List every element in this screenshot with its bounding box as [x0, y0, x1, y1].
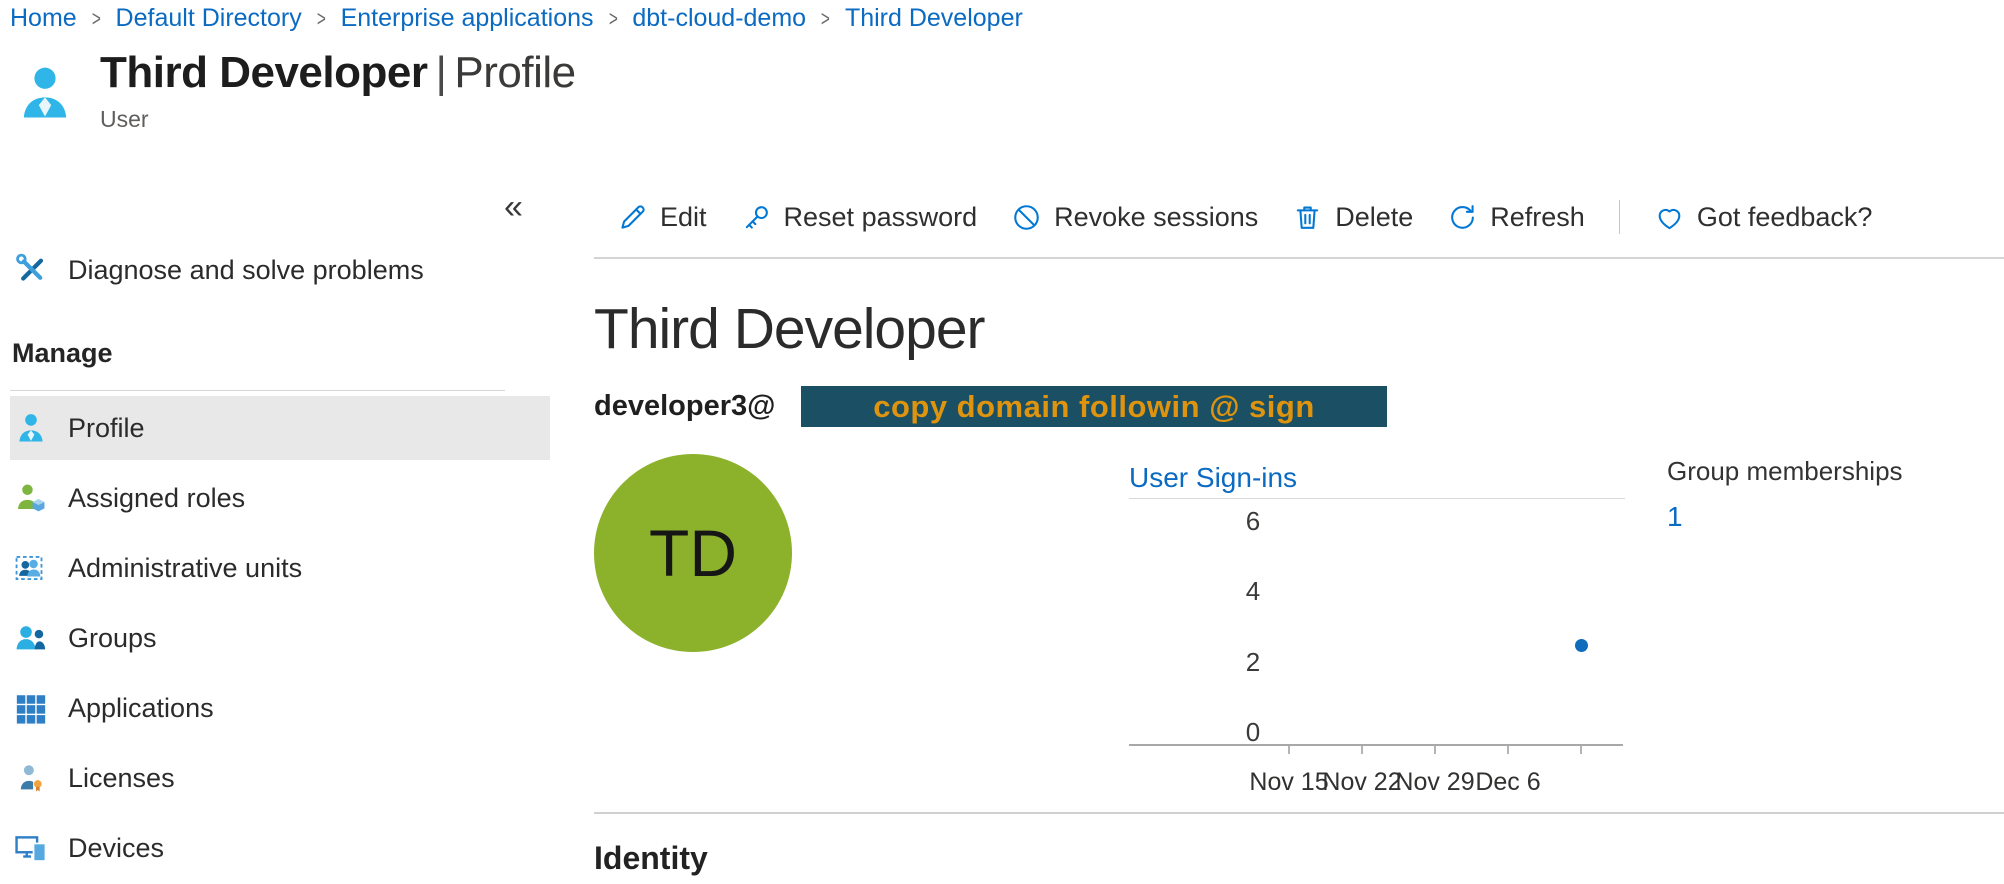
sidebar-item-assigned-roles[interactable]: Assigned roles: [10, 466, 550, 530]
sidebar-item-devices[interactable]: Devices: [10, 816, 550, 880]
profile-person-icon: [14, 411, 48, 445]
group-memberships-label: Group memberships: [1667, 456, 1903, 487]
breadcrumb: Home > Default Directory > Enterprise applic…: [10, 4, 1023, 33]
x-axis-tick: [1580, 746, 1582, 754]
breadcrumb-separator: >: [317, 6, 326, 32]
heart-icon: [1654, 202, 1685, 233]
header-titles: Third Developer|Profile User: [100, 48, 576, 133]
breadcrumb-item-dbt-cloud-demo[interactable]: dbt-cloud-demo: [632, 4, 806, 33]
user-display-name: Third Developer: [594, 296, 985, 362]
revoke-sessions-button[interactable]: Revoke sessions: [1011, 202, 1258, 233]
edit-button[interactable]: Edit: [617, 202, 707, 233]
sign-ins-data-point: [1575, 639, 1588, 652]
sidebar-divider: [10, 390, 505, 391]
groups-icon: [14, 621, 48, 655]
reset-password-button[interactable]: Reset password: [741, 202, 978, 233]
got-feedback-button[interactable]: Got feedback?: [1654, 202, 1873, 233]
x-axis-tick: [1434, 746, 1436, 754]
command-label: Got feedback?: [1697, 202, 1873, 233]
y-axis-tick-label: 6: [1233, 506, 1273, 537]
diagnose-icon: [14, 253, 48, 287]
breadcrumb-item-enterprise-applications[interactable]: Enterprise applications: [341, 4, 594, 33]
sidebar-menu: Profile Assigned roles Administrative unit…: [0, 396, 550, 884]
sidebar-item-label: Assigned roles: [68, 483, 245, 514]
page-title-section: Profile: [454, 48, 575, 97]
user-profile-page: Home > Default Directory > Enterprise applic…: [0, 0, 2004, 884]
key-icon: [741, 202, 772, 233]
user-icon: [14, 48, 76, 133]
applications-icon: [14, 691, 48, 725]
x-axis-tick: [1507, 746, 1509, 754]
user-principal-name-prefix: developer3@: [594, 386, 775, 427]
devices-icon: [14, 831, 48, 865]
object-type-label: User: [100, 106, 576, 133]
x-axis-line: [1129, 744, 1623, 746]
sidebar-item-profile[interactable]: Profile: [10, 396, 550, 460]
sidebar-item-licenses[interactable]: Licenses: [10, 746, 550, 810]
breadcrumb-item-third-developer[interactable]: Third Developer: [845, 4, 1023, 33]
command-label: Revoke sessions: [1054, 202, 1258, 233]
sidebar-item-label: Licenses: [68, 763, 175, 794]
command-bar-separator: [1619, 200, 1620, 234]
delete-button[interactable]: Delete: [1292, 202, 1413, 233]
sidebar-item-administrative-units[interactable]: Administrative units: [10, 536, 550, 600]
block-icon: [1011, 202, 1042, 233]
edit-pencil-icon: [617, 202, 648, 233]
breadcrumb-item-home[interactable]: Home: [10, 4, 77, 33]
page-title-name: Third Developer: [100, 48, 427, 97]
user-sign-ins-chart-title[interactable]: User Sign-ins: [1129, 462, 1297, 494]
group-memberships: Group memberships 1: [1667, 456, 1903, 533]
y-axis-tick-label: 2: [1233, 647, 1273, 678]
x-axis-tick: [1361, 746, 1363, 754]
breadcrumb-separator: >: [92, 6, 101, 32]
breadcrumb-separator: >: [821, 6, 830, 32]
identity-section-heading: Identity: [594, 840, 708, 877]
chart-title-underline: [1129, 498, 1625, 499]
trash-icon: [1292, 202, 1323, 233]
avatar-initials: TD: [649, 515, 737, 591]
command-bar-divider: [594, 257, 2004, 259]
group-memberships-count-link[interactable]: 1: [1667, 501, 1683, 533]
command-label: Refresh: [1490, 202, 1585, 233]
sidebar-item-label: Diagnose and solve problems: [68, 255, 424, 286]
sidebar-group-manage: Manage: [12, 338, 113, 369]
sidebar-item-label: Devices: [68, 833, 164, 864]
avatar: TD: [594, 454, 792, 652]
command-bar: Edit Reset password Revoke sessions Delete R…: [617, 194, 1872, 240]
sidebar: Diagnose and solve problems Manage Profi…: [0, 150, 550, 884]
y-axis-tick-label: 4: [1233, 576, 1273, 607]
breadcrumb-separator: >: [608, 6, 617, 32]
administrative-units-icon: [14, 551, 48, 585]
user-sign-ins-chart: User Sign-ins 0246Nov 15Nov 22Nov 29Dec …: [1129, 462, 1629, 812]
page-title: Third Developer|Profile: [100, 48, 576, 98]
x-axis-tick: [1288, 746, 1290, 754]
sidebar-item-label: Administrative units: [68, 553, 302, 584]
sidebar-item-label: Profile: [68, 413, 145, 444]
section-divider: [594, 812, 2004, 814]
sidebar-item-diagnose-and-solve-problems[interactable]: Diagnose and solve problems: [0, 245, 550, 295]
breadcrumb-item-default-directory[interactable]: Default Directory: [116, 4, 302, 33]
page-title-separator: |: [435, 48, 446, 97]
x-axis-tick-label: Dec 6: [1458, 768, 1558, 797]
sidebar-item-label: Groups: [68, 623, 157, 654]
page-header: Third Developer|Profile User: [14, 48, 576, 133]
assigned-roles-icon: [14, 481, 48, 515]
refresh-button[interactable]: Refresh: [1447, 202, 1585, 233]
sidebar-item-label: Applications: [68, 693, 214, 724]
redaction-overlay: copy domain followin @ sign: [801, 386, 1387, 427]
command-label: Edit: [660, 202, 707, 233]
command-label: Reset password: [784, 202, 978, 233]
licenses-icon: [14, 761, 48, 795]
sidebar-item-applications[interactable]: Applications: [10, 676, 550, 740]
command-label: Delete: [1335, 202, 1413, 233]
refresh-icon: [1447, 202, 1478, 233]
sidebar-item-groups[interactable]: Groups: [10, 606, 550, 670]
